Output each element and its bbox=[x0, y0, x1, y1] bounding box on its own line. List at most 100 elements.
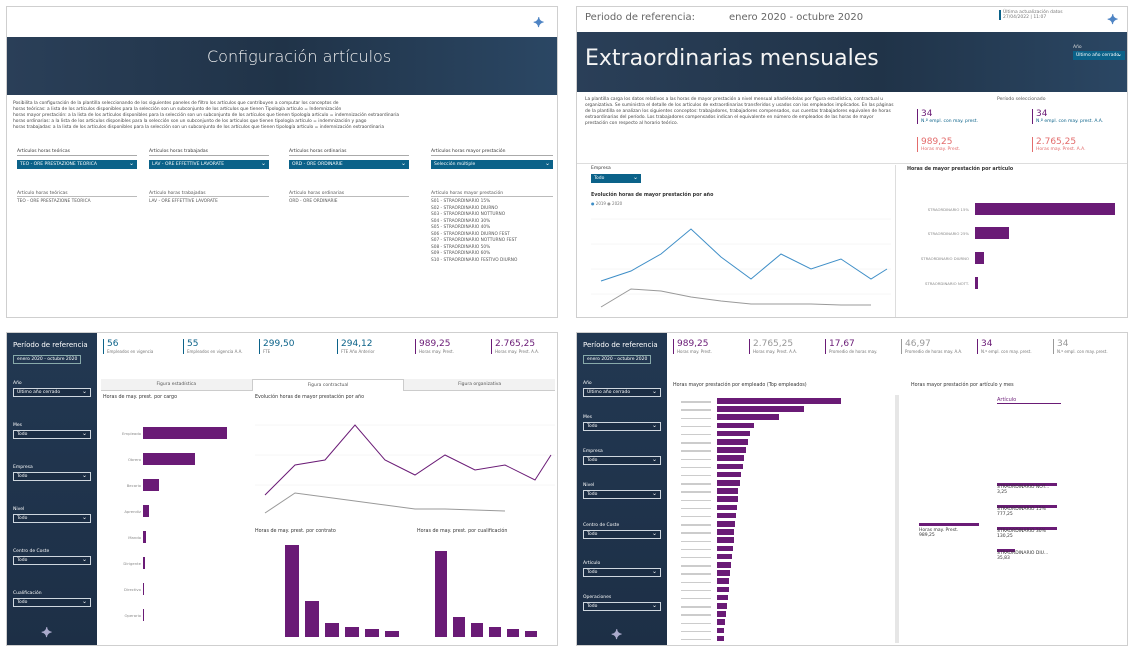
kpi-fte-aa: 294,12 FTE Año Anterior bbox=[337, 339, 375, 354]
kpi-empleados: 56 Empleados en vigencia bbox=[103, 339, 153, 354]
horas-trabajadas-dropdown[interactable]: LAV - ORE EFFETTIVE LAVORATE bbox=[149, 159, 269, 169]
kpi-horas: 989,25 Horas may. Prest. bbox=[415, 339, 454, 354]
title-banner: Extraordinarias mensuales bbox=[577, 32, 1127, 92]
employee-bar bbox=[717, 439, 748, 445]
employee-bar bbox=[717, 545, 733, 552]
employee-label-placeholder bbox=[681, 589, 711, 592]
cargo-label: Becario bbox=[126, 483, 141, 488]
employee-bar bbox=[717, 422, 755, 429]
bar-cargo bbox=[143, 609, 144, 621]
list-horas-mayor-prestacion: Artículo horas mayor prestación S01 - ST… bbox=[431, 191, 553, 264]
empresa-dropdown[interactable]: Todo bbox=[583, 456, 661, 465]
articulo-dropdown[interactable]: Todo bbox=[583, 568, 661, 577]
filter-horas-ordinarias: Artículos horas ordinarias ORD - ORE ORD… bbox=[289, 149, 409, 169]
nivel-dropdown[interactable]: Todo bbox=[583, 490, 661, 499]
tab-figura-contractual[interactable]: Figura contractual bbox=[251, 379, 405, 391]
cargo-label: Operario bbox=[124, 613, 141, 618]
kpi-promedio: 17,67 Promedio de horas may. bbox=[825, 339, 877, 354]
anio-dropdown[interactable]: Último año cerrado bbox=[13, 388, 91, 397]
decomp-item[interactable]: STRAORDINARIO 15% 777,25 bbox=[997, 504, 1067, 518]
bar-cargo bbox=[143, 557, 145, 569]
series-2019-line bbox=[600, 228, 888, 282]
horas-teoricas-dropdown[interactable]: TEO - ORE PRESTAZIONE TEORICA bbox=[17, 159, 137, 169]
employee-label-placeholder bbox=[681, 483, 711, 485]
period-header: Periodo de referencia: enero 2020 - octu… bbox=[577, 7, 1127, 32]
kpi-empl: 34 N.º empl. con may. prest. bbox=[977, 339, 1032, 354]
filter-anio: Año Último año cerrado bbox=[583, 381, 661, 397]
chart-cargo-title: Horas de may. prest. por cargo bbox=[103, 395, 178, 400]
cualificacion-dropdown[interactable]: Todo bbox=[13, 598, 91, 607]
bar-contrato bbox=[305, 601, 319, 637]
employee-bar bbox=[717, 529, 735, 535]
employee-bar bbox=[717, 521, 736, 527]
line-chart-title: Evolución horas de mayor prestación por … bbox=[591, 193, 714, 198]
cargo-label: Mando bbox=[128, 535, 141, 540]
decomp-item[interactable]: STRAORDINARIO 30% 130,25 bbox=[997, 526, 1067, 540]
update-info: Última actualización datos 27/04/2022 | … bbox=[999, 10, 1063, 20]
bar-contrato bbox=[285, 545, 299, 637]
employee-label-placeholder bbox=[681, 565, 711, 567]
employee-bar bbox=[717, 635, 724, 642]
employee-bar bbox=[717, 488, 739, 494]
bar-cualificacion bbox=[471, 623, 483, 637]
line-chart bbox=[591, 218, 891, 308]
operaciones-dropdown[interactable]: Todo bbox=[583, 602, 661, 611]
list-horas-teoricas: Artículo horas teóricas TEO - ORE PRESTA… bbox=[17, 191, 137, 206]
bar-cualificacion bbox=[507, 629, 519, 637]
bar-cualificacion bbox=[525, 631, 537, 637]
series-b-line bbox=[264, 492, 506, 514]
employee-bar bbox=[717, 562, 732, 568]
year-dropdown[interactable]: Último año cerrado bbox=[1073, 50, 1125, 60]
anio-dropdown[interactable]: Último año cerrado bbox=[583, 388, 661, 397]
filter-horas-mayor-prestacion: Artículos horas mayor prestación Selecci… bbox=[431, 149, 553, 169]
page-title: Configuración artículos bbox=[207, 47, 392, 66]
employee-bar bbox=[717, 570, 731, 576]
decomp-item[interactable]: STRAORDINARIO DIU... 35,83 bbox=[997, 548, 1067, 562]
empresa-dropdown[interactable]: Todo bbox=[591, 173, 641, 183]
employee-bar bbox=[717, 463, 743, 470]
employee-bar bbox=[717, 537, 734, 544]
horas-ordinarias-dropdown[interactable]: ORD - ORE ORDINARIE bbox=[289, 159, 409, 169]
bar-cargo bbox=[143, 583, 144, 595]
decomp-item[interactable]: STRAORDINARIO NOT... 3,25 bbox=[997, 483, 1067, 496]
empleado-bar-chart bbox=[677, 397, 893, 643]
employee-label-placeholder bbox=[681, 458, 711, 460]
decomp-item-value: 35,83 bbox=[997, 555, 1010, 561]
employee-bar bbox=[717, 398, 841, 404]
filter-sidebar: Período de referencia enero 2020 - octub… bbox=[7, 333, 97, 645]
bar-cualificacion bbox=[453, 617, 465, 637]
page-title: Extraordinarias mensuales bbox=[585, 46, 879, 71]
filter-mes: Mes Todo bbox=[583, 415, 661, 431]
empresa-dropdown[interactable]: Todo bbox=[13, 472, 91, 481]
tab-figura-organizativa[interactable]: Figura organizativa bbox=[404, 379, 556, 391]
employee-bar bbox=[717, 594, 728, 601]
chart-contrato-title: Horas de may. prest. por contrato bbox=[255, 529, 336, 534]
decomp-header[interactable]: Artículo bbox=[997, 397, 1061, 404]
bar-contrato bbox=[345, 627, 359, 637]
employee-label-placeholder bbox=[681, 401, 711, 403]
bar-cargo bbox=[143, 453, 195, 465]
filter-nivel: Nivel Todo bbox=[13, 507, 91, 523]
filter-anio: Año Último año cerrado bbox=[13, 381, 91, 397]
bar-straordinario-nott bbox=[975, 277, 978, 289]
centro-coste-dropdown[interactable]: Todo bbox=[583, 530, 661, 539]
filter-cualificacion: Cualificación Todo bbox=[13, 591, 91, 607]
mes-dropdown[interactable]: Todo bbox=[13, 430, 91, 439]
employee-label-placeholder bbox=[681, 540, 711, 542]
nivel-dropdown[interactable]: Todo bbox=[13, 514, 91, 523]
series-a-line bbox=[264, 424, 552, 496]
kpi-horas: 989,25 Horas may. Prest. bbox=[673, 339, 712, 354]
company-logo-icon: ⯌ bbox=[1107, 10, 1119, 28]
tab-figura-estadistica[interactable]: Figura estadística bbox=[101, 379, 252, 391]
figuras-panel: Período de referencia enero 2020 - octub… bbox=[6, 332, 558, 646]
centro-coste-dropdown[interactable]: Todo bbox=[13, 556, 91, 565]
employee-label-placeholder bbox=[681, 606, 711, 608]
employee-label-placeholder bbox=[681, 474, 711, 477]
chart-scrollbar[interactable] bbox=[895, 395, 899, 643]
mes-dropdown[interactable]: Todo bbox=[583, 422, 661, 431]
horas-mayor-prestacion-dropdown[interactable]: Selección múltiple bbox=[431, 159, 553, 169]
filter-sidebar: Período de referencia enero 2020 - octub… bbox=[577, 333, 667, 645]
title-banner: Configuración artículos bbox=[7, 37, 557, 95]
series-2020-line bbox=[600, 288, 871, 308]
bar-cargo bbox=[143, 427, 227, 439]
